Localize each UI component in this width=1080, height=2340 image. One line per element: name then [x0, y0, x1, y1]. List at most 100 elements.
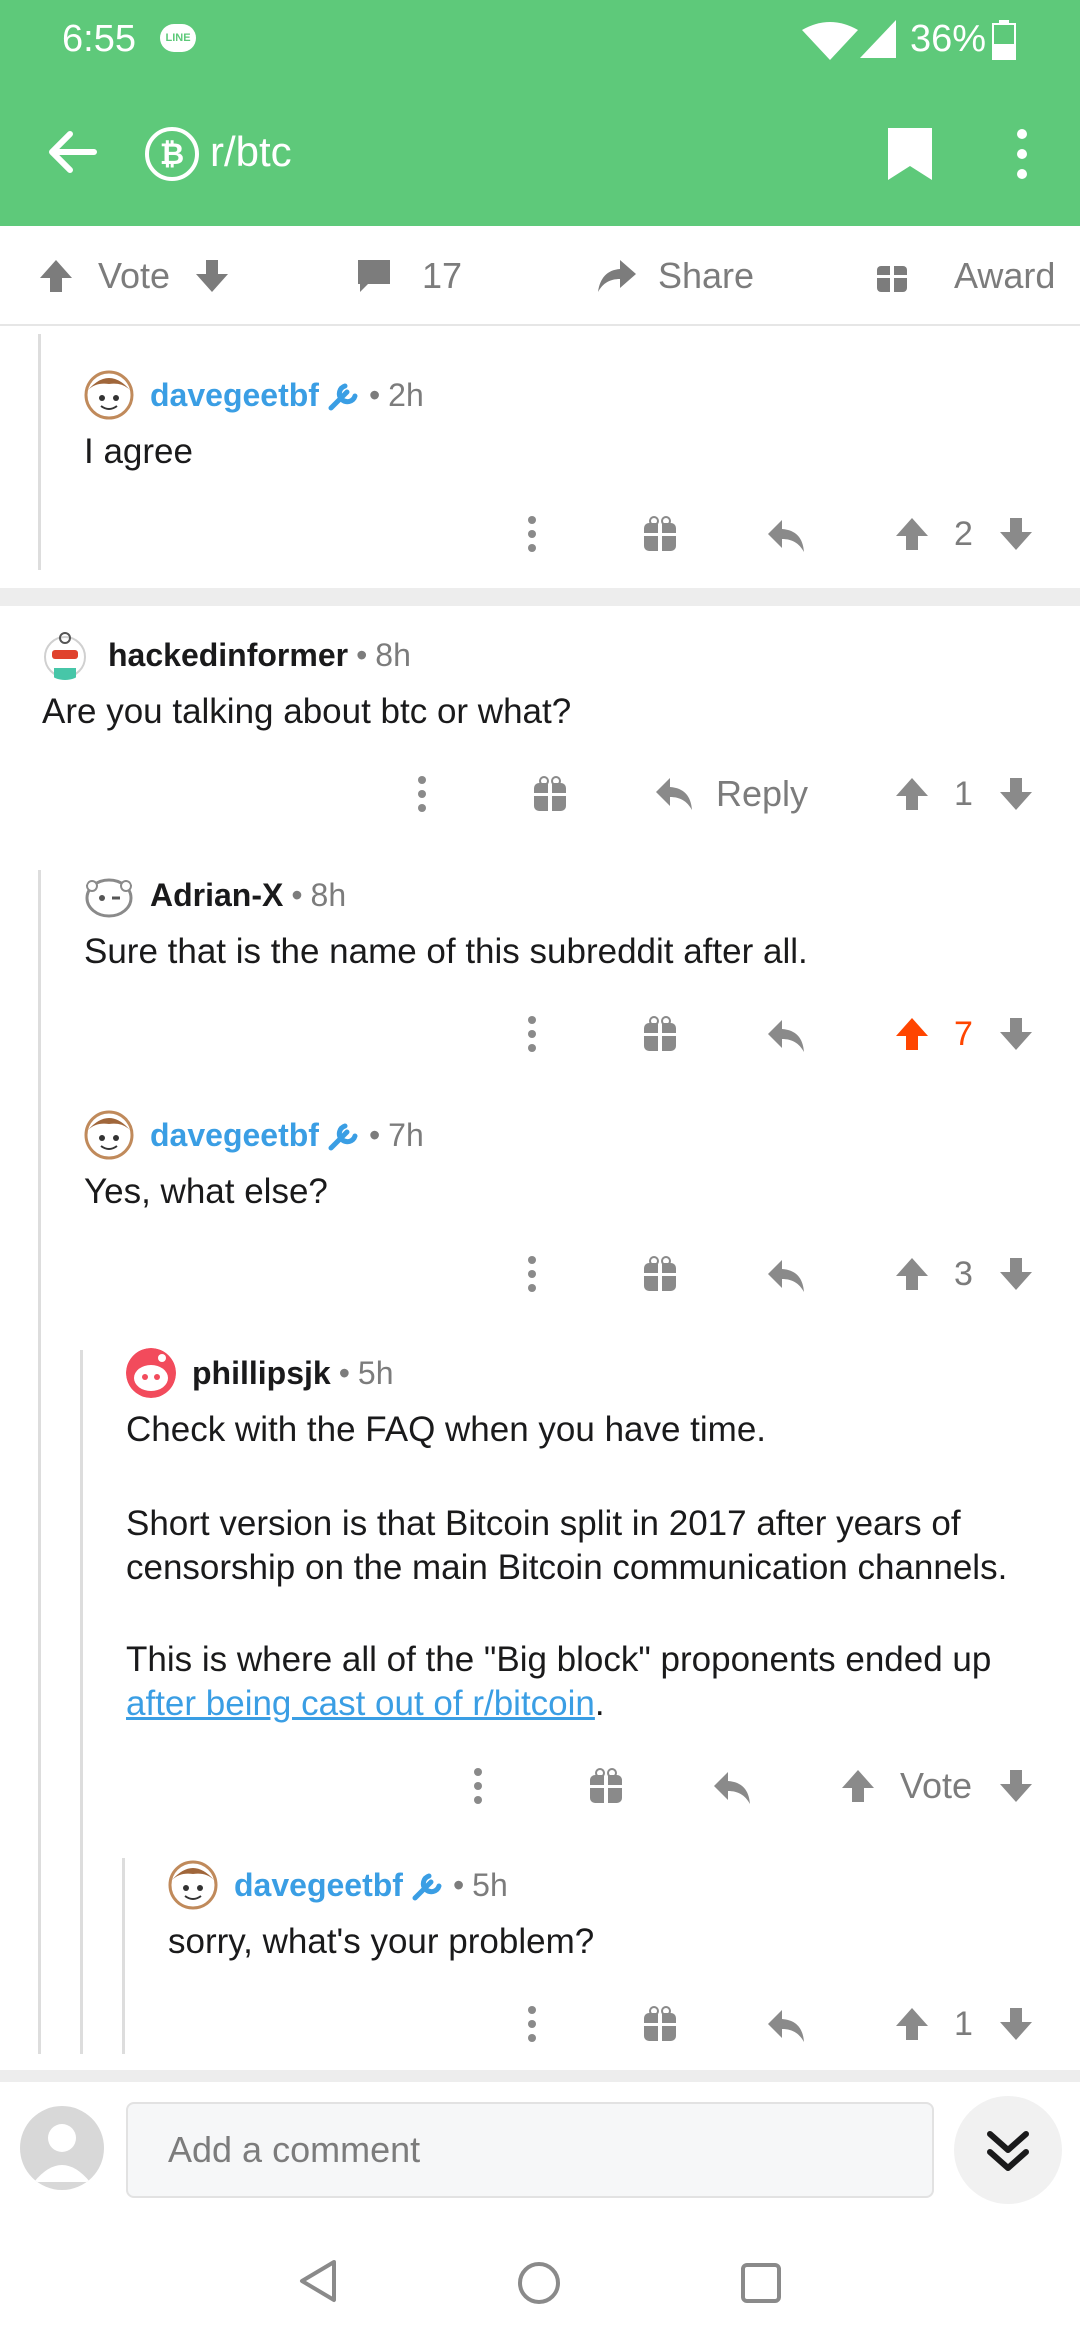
comment-time: 7h	[388, 1116, 424, 1153]
reply-icon	[656, 778, 692, 810]
downvote-icon[interactable]	[192, 256, 232, 296]
sentence-end: .	[594, 1684, 605, 1723]
upvote-icon[interactable]	[894, 1994, 930, 2054]
reply-icon[interactable]	[766, 1004, 806, 1064]
scroll-down-button[interactable]	[954, 2096, 1062, 2204]
reply-icon[interactable]	[766, 504, 806, 564]
more-options-icon[interactable]	[526, 504, 538, 564]
comment-body: Yes, what else?	[84, 1172, 328, 1211]
battery-icon	[992, 20, 1016, 60]
upvote-icon-active[interactable]	[894, 1004, 930, 1064]
user-avatar-placeholder[interactable]	[20, 2106, 104, 2190]
reply-icon[interactable]	[766, 1994, 806, 2054]
downvote-icon[interactable]	[998, 504, 1034, 564]
app-header: 6:55 LINE 36% ₿ r/btc	[0, 0, 1080, 226]
comment-time: 5h	[472, 1866, 508, 1903]
downvote-icon[interactable]	[998, 1004, 1034, 1064]
avatar[interactable]	[126, 1348, 176, 1398]
avatar[interactable]	[84, 370, 134, 420]
gift-icon[interactable]	[642, 504, 678, 564]
downvote-icon[interactable]	[998, 764, 1034, 824]
comment-actions: 1	[0, 1994, 1080, 2054]
share-icon	[598, 260, 636, 292]
nav-home-icon[interactable]	[516, 2260, 562, 2306]
avatar[interactable]	[84, 870, 134, 920]
comment-icon	[358, 260, 390, 292]
nav-back-icon[interactable]	[296, 2258, 340, 2304]
comment-body-paragraph-3-line-1: This is where all of the "Big block" pro…	[126, 1640, 992, 1679]
comment-body-paragraph-2-line-2: censorship on the main Bitcoin communica…	[126, 1548, 1008, 1587]
upvote-icon[interactable]	[894, 504, 930, 564]
comment-author[interactable]: Adrian-X	[150, 877, 283, 914]
comment-header: davegeetbf • 5h	[234, 1866, 508, 1904]
comment-separator	[0, 588, 1080, 606]
double-chevron-down-icon	[987, 2131, 1029, 2171]
bitcoin-icon: ₿	[145, 127, 199, 181]
upvote-icon[interactable]	[894, 1244, 930, 1304]
gift-icon[interactable]	[642, 1244, 678, 1304]
nav-recents-icon[interactable]	[740, 2262, 782, 2304]
back-arrow-icon[interactable]	[46, 128, 98, 176]
comment-body: Are you talking about btc or what?	[42, 692, 572, 731]
comment-time: 8h	[375, 636, 411, 673]
comment-composer: Add a comment	[0, 2082, 1080, 2222]
avatar[interactable]	[40, 630, 90, 680]
gift-icon[interactable]	[642, 1004, 678, 1064]
gift-icon[interactable]	[642, 1994, 678, 2054]
post-action-bar: Vote 17 Share Award	[0, 226, 1080, 326]
thread-line[interactable]	[80, 1350, 83, 2054]
vote-count: 7	[954, 1014, 973, 1053]
moderator-wrench-icon	[411, 1868, 445, 1902]
comment-actions: 2	[0, 504, 1080, 564]
comment-actions: 3	[0, 1244, 1080, 1304]
award-button[interactable]: Award	[874, 226, 1055, 326]
comment-author[interactable]: davegeetbf	[150, 1117, 319, 1154]
avatar[interactable]	[168, 1860, 218, 1910]
comment-header: hackedinformer • 8h	[108, 636, 411, 674]
downvote-icon[interactable]	[998, 1244, 1034, 1304]
comment-body-paragraph-3-line-2: after being cast out of r/bitcoin.	[126, 1682, 605, 1726]
bookmark-icon[interactable]	[886, 126, 934, 182]
gift-icon[interactable]	[532, 764, 568, 824]
share-button[interactable]: Share	[596, 226, 754, 326]
comment-author[interactable]: hackedinformer	[108, 637, 348, 674]
subreddit-link[interactable]: after being cast out of r/bitcoin	[126, 1684, 595, 1723]
comment-actions: 7	[0, 1004, 1080, 1064]
battery-percent: 36%	[910, 18, 987, 60]
more-vertical-icon[interactable]	[1010, 128, 1034, 180]
comment-time: 8h	[310, 876, 347, 913]
wifi-icon	[802, 22, 858, 60]
comment-header: davegeetbf • 7h	[150, 1116, 424, 1154]
system-nav-bar	[0, 2222, 1080, 2340]
vote-count: 3	[954, 1254, 973, 1293]
comment-header: davegeetbf • 2h	[150, 376, 424, 414]
gift-icon[interactable]	[588, 1756, 624, 1816]
award-label: Award	[954, 255, 1056, 296]
subreddit-title[interactable]: r/btc	[210, 128, 292, 176]
moderator-wrench-icon	[327, 1118, 361, 1152]
comment-author[interactable]: davegeetbf	[150, 377, 319, 414]
upvote-icon[interactable]	[840, 1756, 876, 1816]
comment-author[interactable]: davegeetbf	[234, 1867, 403, 1904]
comments-button[interactable]: 17	[354, 226, 462, 326]
more-options-icon[interactable]	[472, 1756, 484, 1816]
more-options-icon[interactable]	[526, 1244, 538, 1304]
upvote-icon[interactable]	[894, 764, 930, 824]
comment-author[interactable]: phillipsjk	[192, 1355, 331, 1392]
status-time: 6:55	[62, 18, 136, 60]
more-options-icon[interactable]	[526, 1004, 538, 1064]
comment-actions: Reply 1	[0, 764, 1080, 824]
more-options-icon[interactable]	[526, 1994, 538, 2054]
add-comment-input[interactable]: Add a comment	[126, 2102, 934, 2198]
comment-body-paragraph-1: Check with the FAQ when you have time.	[126, 1410, 767, 1449]
reply-icon[interactable]	[712, 1756, 752, 1816]
comment-time: 5h	[357, 1354, 394, 1391]
downvote-icon[interactable]	[998, 1756, 1034, 1816]
reply-icon[interactable]	[766, 1244, 806, 1304]
downvote-icon[interactable]	[998, 1994, 1034, 2054]
avatar[interactable]	[84, 1110, 134, 1160]
reply-button[interactable]: Reply	[654, 764, 808, 824]
more-options-icon[interactable]	[416, 764, 428, 824]
signal-icon	[860, 20, 896, 58]
upvote-icon[interactable]	[36, 256, 76, 296]
